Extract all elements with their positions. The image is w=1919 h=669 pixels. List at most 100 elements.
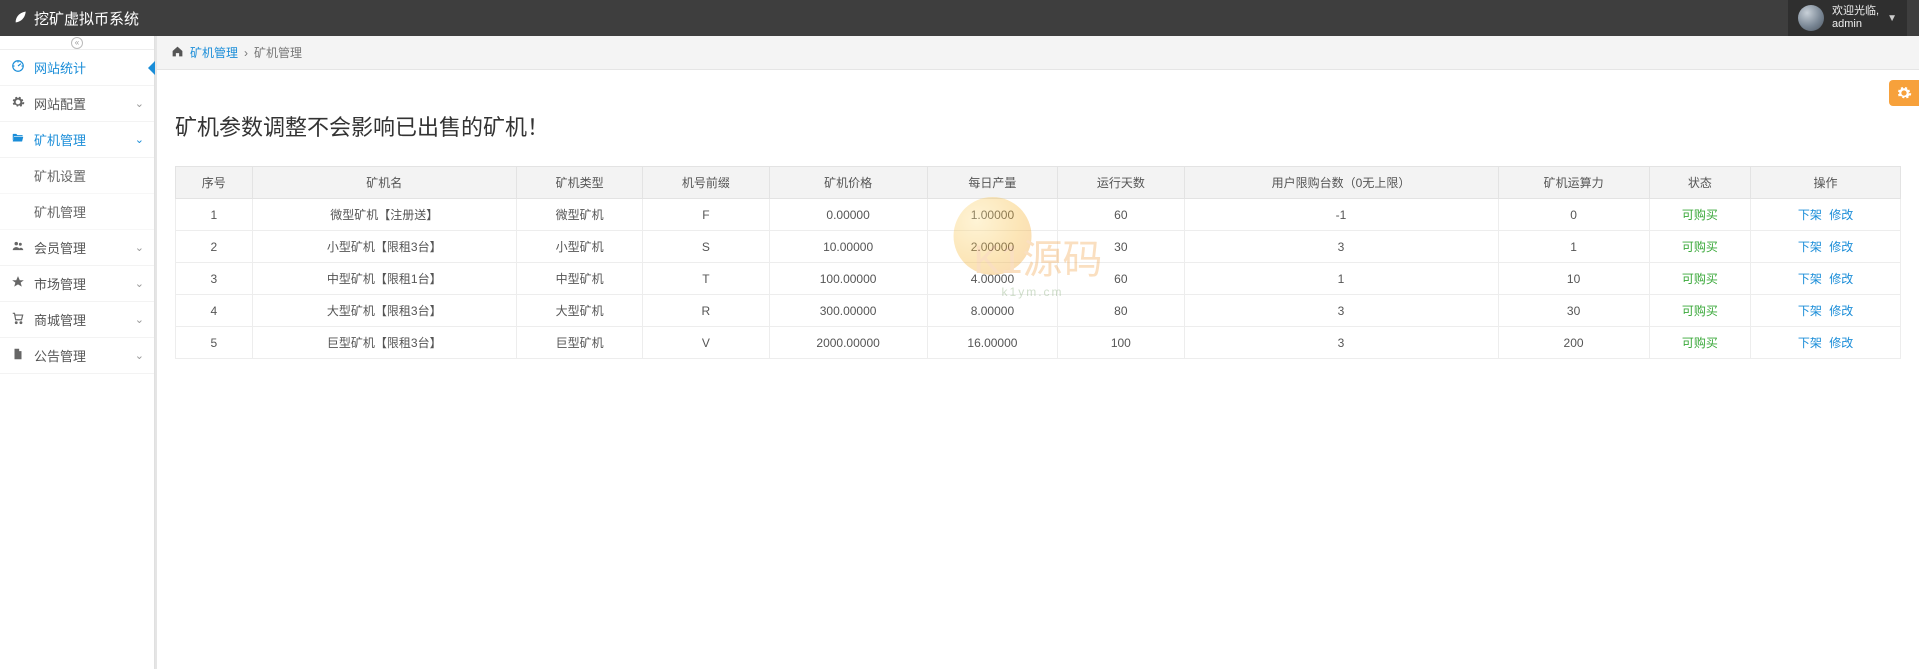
cart-icon	[10, 311, 26, 328]
miner-table: 序号矿机名矿机类型机号前缀矿机价格每日产量运行天数用户限购台数（0无上限）矿机运…	[175, 166, 1901, 359]
op-edit-link[interactable]: 修改	[1829, 336, 1853, 350]
op-off-link[interactable]: 下架	[1798, 304, 1822, 318]
table-row: 1微型矿机【注册送】微型矿机F0.000001.0000060-10可购买下架 …	[176, 199, 1901, 231]
chevron-down-icon: ⌄	[135, 277, 144, 290]
status-badge: 可购买	[1682, 208, 1718, 222]
gear-icon	[10, 95, 26, 112]
sidebar-item-notice[interactable]: 公告管理 ⌄	[0, 338, 154, 374]
sidebar-item-mall[interactable]: 商城管理 ⌄	[0, 302, 154, 338]
op-off-link[interactable]: 下架	[1798, 336, 1822, 350]
brand: 挖矿虚拟币系统	[12, 8, 139, 29]
table-cell: 2000.00000	[769, 327, 927, 359]
table-cell: 中型矿机	[516, 263, 642, 295]
table-cell: 10.00000	[769, 231, 927, 263]
op-off-link[interactable]: 下架	[1798, 208, 1822, 222]
collapse-icon: «	[71, 37, 83, 49]
table-cell: 1	[176, 199, 253, 231]
sidebar-sub-miner-settings[interactable]: 矿机设置	[0, 158, 154, 194]
sidebar-item-label: 矿机管理	[34, 205, 86, 220]
table-cell: 3	[176, 263, 253, 295]
op-edit-link[interactable]: 修改	[1829, 240, 1853, 254]
sidebar-item-label: 网站统计	[34, 58, 144, 77]
table-header: 矿机名	[252, 167, 516, 199]
table-header: 运行天数	[1058, 167, 1184, 199]
table-cell: 3	[1184, 327, 1498, 359]
status-badge: 可购买	[1682, 304, 1718, 318]
page-title: 矿机参数调整不会影响已出售的矿机！	[175, 110, 1901, 142]
table-cell: 10	[1498, 263, 1649, 295]
table-header: 矿机类型	[516, 167, 642, 199]
status-cell: 可购买	[1649, 263, 1750, 295]
star-icon	[10, 275, 26, 292]
users-icon	[10, 239, 26, 256]
sidebar-item-label: 市场管理	[34, 274, 135, 293]
table-cell: 小型矿机	[516, 231, 642, 263]
user-menu[interactable]: 欢迎光临, admin ▼	[1788, 0, 1907, 36]
app-title: 挖矿虚拟币系统	[34, 8, 139, 29]
content: 矿机参数调整不会影响已出售的矿机！ K1源码 k1ym.cm 序号矿机名矿机类型…	[157, 70, 1919, 377]
ops-cell: 下架 修改	[1751, 327, 1901, 359]
sidebar-submenu: 矿机设置 矿机管理	[0, 158, 154, 230]
table-header: 矿机价格	[769, 167, 927, 199]
chevron-down-icon: ⌄	[135, 241, 144, 254]
leaf-icon	[12, 8, 28, 29]
document-icon	[10, 347, 26, 364]
table-cell: 0	[1498, 199, 1649, 231]
table-cell: 100	[1058, 327, 1184, 359]
table-cell: 3	[1184, 295, 1498, 327]
sidebar-item-label: 会员管理	[34, 238, 135, 257]
home-icon[interactable]	[171, 45, 184, 61]
table-cell: 4.00000	[927, 263, 1058, 295]
op-off-link[interactable]: 下架	[1798, 240, 1822, 254]
table-cell: 1	[1498, 231, 1649, 263]
sidebar-item-members[interactable]: 会员管理 ⌄	[0, 230, 154, 266]
welcome-text: 欢迎光临,	[1832, 5, 1879, 18]
user-text: 欢迎光临, admin	[1832, 5, 1879, 31]
sidebar-sub-miner-manage[interactable]: 矿机管理	[0, 194, 154, 230]
table-header: 用户限购台数（0无上限）	[1184, 167, 1498, 199]
table-cell: 100.00000	[769, 263, 927, 295]
table-cell: 30	[1498, 295, 1649, 327]
table-header: 状态	[1649, 167, 1750, 199]
table-cell: 2.00000	[927, 231, 1058, 263]
table-cell: T	[643, 263, 769, 295]
table-cell: 小型矿机【限租3台】	[252, 231, 516, 263]
op-edit-link[interactable]: 修改	[1829, 272, 1853, 286]
sidebar-item-stats[interactable]: 网站统计	[0, 50, 154, 86]
table-cell: 微型矿机	[516, 199, 642, 231]
status-cell: 可购买	[1649, 327, 1750, 359]
sidebar-item-label: 矿机管理	[34, 130, 135, 149]
folder-open-icon	[10, 131, 26, 148]
settings-tab[interactable]	[1889, 80, 1919, 106]
status-badge: 可购买	[1682, 336, 1718, 350]
username: admin	[1832, 18, 1879, 31]
table-cell: 巨型矿机【限租3台】	[252, 327, 516, 359]
sidebar-item-label: 网站配置	[34, 94, 135, 113]
table-header: 操作	[1751, 167, 1901, 199]
table-header: 机号前缀	[643, 167, 769, 199]
op-edit-link[interactable]: 修改	[1829, 208, 1853, 222]
op-edit-link[interactable]: 修改	[1829, 304, 1853, 318]
sidebar: « 网站统计 网站配置 ⌄ 矿机管理 ⌄ 矿机设置	[0, 36, 155, 669]
table-header: 每日产量	[927, 167, 1058, 199]
avatar	[1798, 5, 1824, 31]
ops-cell: 下架 修改	[1751, 231, 1901, 263]
op-off-link[interactable]: 下架	[1798, 272, 1822, 286]
table-cell: -1	[1184, 199, 1498, 231]
sidebar-collapse[interactable]: «	[0, 36, 154, 50]
table-cell: 1	[1184, 263, 1498, 295]
sidebar-item-miner[interactable]: 矿机管理 ⌄	[0, 122, 154, 158]
table-cell: 中型矿机【限租1台】	[252, 263, 516, 295]
table-cell: 大型矿机	[516, 295, 642, 327]
status-badge: 可购买	[1682, 240, 1718, 254]
table-row: 4大型矿机【限租3台】大型矿机R300.000008.0000080330可购买…	[176, 295, 1901, 327]
chevron-down-icon: ▼	[1887, 13, 1897, 24]
table-cell: V	[643, 327, 769, 359]
sidebar-item-config[interactable]: 网站配置 ⌄	[0, 86, 154, 122]
table-cell: 60	[1058, 263, 1184, 295]
breadcrumb-link[interactable]: 矿机管理	[190, 44, 238, 61]
chevron-down-icon: ⌄	[135, 97, 144, 110]
sidebar-item-market[interactable]: 市场管理 ⌄	[0, 266, 154, 302]
main: 矿机管理 › 矿机管理 矿机参数调整不会影响已出售的矿机！ K1源码 k1ym.…	[155, 36, 1919, 669]
table-row: 5巨型矿机【限租3台】巨型矿机V2000.0000016.00000100320…	[176, 327, 1901, 359]
